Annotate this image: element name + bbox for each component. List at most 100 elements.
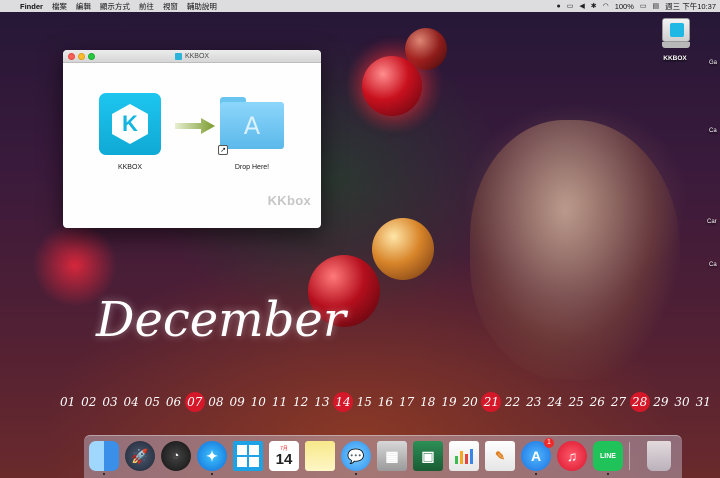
dashboard-icon[interactable]: ◔ [161,441,191,471]
wallpaper-date: 06 [165,395,182,409]
bluetooth-status-icon[interactable]: ✱ [591,2,597,10]
wallpaper-date: 21 [481,392,502,412]
wallpaper-date: 22 [504,395,521,409]
wallpaper-date: 25 [568,395,584,409]
safari-icon[interactable]: ✦ [197,441,227,471]
preview-icon[interactable]: ▦ [377,441,407,471]
wallpaper-date: 30 [674,395,690,409]
applications-folder-icon[interactable]: A [220,97,284,149]
menu-app-name[interactable]: Finder [20,2,43,11]
display-status-icon[interactable]: ▭ [567,2,574,10]
folder-body: A [220,102,284,149]
wallpaper-date: 27 [610,395,627,409]
menubar-clock[interactable]: 週三 下午10:37 [665,1,716,12]
image-capture-icon[interactable]: ▣ [413,441,443,471]
wallpaper-date: 13 [314,395,330,409]
menu-window[interactable]: 視窗 [163,1,178,12]
drive-base [662,42,690,48]
kkbox-app-icon[interactable]: K [99,93,161,155]
numbers-icon[interactable] [449,441,479,471]
app-store-badge: 1 [544,438,554,448]
wallpaper-date: 24 [547,395,563,409]
windows-bootcamp-icon[interactable] [233,441,263,471]
ornament-red-top [362,56,422,116]
menu-go[interactable]: 前往 [139,1,154,12]
wifi-status-icon[interactable]: ◠ [603,2,609,10]
battery-percent[interactable]: 100% [615,2,634,11]
wallpaper-date: 03 [102,395,118,409]
menu-bar: Finder 檔案 編輯 顯示方式 前往 視窗 輔助說明 ● ▭ ◀ ✱ ◠ 1… [0,0,720,12]
drive-body [662,18,690,42]
wallpaper-date: 04 [123,395,139,409]
wallpaper-date: 10 [250,395,266,409]
app-label: KKBOX [117,164,143,171]
wallpaper-date: 23 [526,395,542,409]
dmg-window: KKBOX K KKBOX A ↗ Drop Here! KKbox [63,50,321,228]
drag-arrow-icon [175,118,215,134]
running-indicator [103,473,105,475]
wallpaper-date: 11 [271,395,288,409]
wallpaper-date: 28 [629,392,650,412]
desktop-edge-label-4[interactable]: Ca [709,262,717,268]
desktop-edge-label-1[interactable]: Ga [709,60,717,66]
menu-help[interactable]: 輔助說明 [187,1,217,12]
wallpaper-date: 29 [653,395,669,409]
messages-icon[interactable]: 💬 [341,441,371,471]
messages-status-icon[interactable]: ● [556,3,560,10]
menu-view[interactable]: 顯示方式 [100,1,130,12]
wallpaper-date: 01 [59,395,76,409]
wallpaper-date: 15 [356,395,372,409]
numbers-chart-glyph [455,449,473,464]
kkbox-drive-icon[interactable] [660,18,690,50]
line-icon[interactable]: LINE [593,441,623,471]
trash-icon[interactable] [647,441,671,471]
drive-label[interactable]: KKBOX [650,55,700,62]
wallpaper-date: 14 [333,392,354,412]
dock-separator [629,442,630,470]
line-label: LINE [600,452,616,460]
calendar-day: 14 [275,451,293,468]
wallpaper-date: 31 [695,395,711,409]
wallpaper-date: 05 [144,395,160,409]
finder-icon[interactable] [89,441,119,471]
notes-icon[interactable] [305,441,335,471]
input-method-icon[interactable]: ▤ [653,2,660,10]
wallpaper-date: 16 [377,395,394,409]
wallpaper-date: 02 [81,395,97,409]
kkbox-logo-icon: K [112,104,148,144]
wallpaper-date: 17 [398,395,415,409]
alias-arrow-icon: ↗ [218,145,228,155]
wallpaper-date: 19 [441,395,457,409]
window-title: KKBOX [184,53,210,60]
launchpad-icon[interactable]: 🚀 [125,441,155,471]
wallpaper-month: December [96,292,346,348]
window-title-wrap: KKBOX [63,50,321,63]
running-indicator [355,473,357,475]
pages-icon[interactable]: ✎ [485,441,515,471]
wallpaper-dates: 01 02 03 04 05 06 07 08 09 10 11 12 13 14 15 16 17 18 19 20… [57,390,717,414]
folder-label: Drop Here! [234,164,270,171]
itunes-icon[interactable]: ♫ [557,441,587,471]
running-indicator [211,473,213,475]
status-area: ● ▭ ◀ ✱ ◠ 100% ▭ ▤ 週三 下午10:37 [556,1,716,12]
wallpaper-kitten [470,120,680,380]
wallpaper-date: 12 [293,395,309,409]
wallpaper-date: 18 [420,395,436,409]
wallpaper-date: 08 [208,395,224,409]
menu-file[interactable]: 檔案 [52,1,67,12]
window-titlebar[interactable]: KKBOX [63,50,321,63]
menu-edit[interactable]: 編輯 [76,1,91,12]
wallpaper-date: 07 [184,392,205,412]
desktop-edge-label-3[interactable]: Car [707,219,717,225]
ornament-gold [372,218,434,280]
running-indicator [535,473,537,475]
calendar-icon[interactable]: 7月 14 [269,441,299,471]
desktop-edge-label-2[interactable]: Ca [709,128,717,134]
volume-status-icon[interactable]: ◀ [579,2,584,10]
running-indicator [607,473,609,475]
battery-icon[interactable]: ▭ [640,2,647,10]
wallpaper-date: 20 [462,395,478,409]
disk-image-icon [174,53,182,60]
kkbox-watermark: KKbox [267,193,311,208]
wallpaper-date: 09 [229,395,245,409]
